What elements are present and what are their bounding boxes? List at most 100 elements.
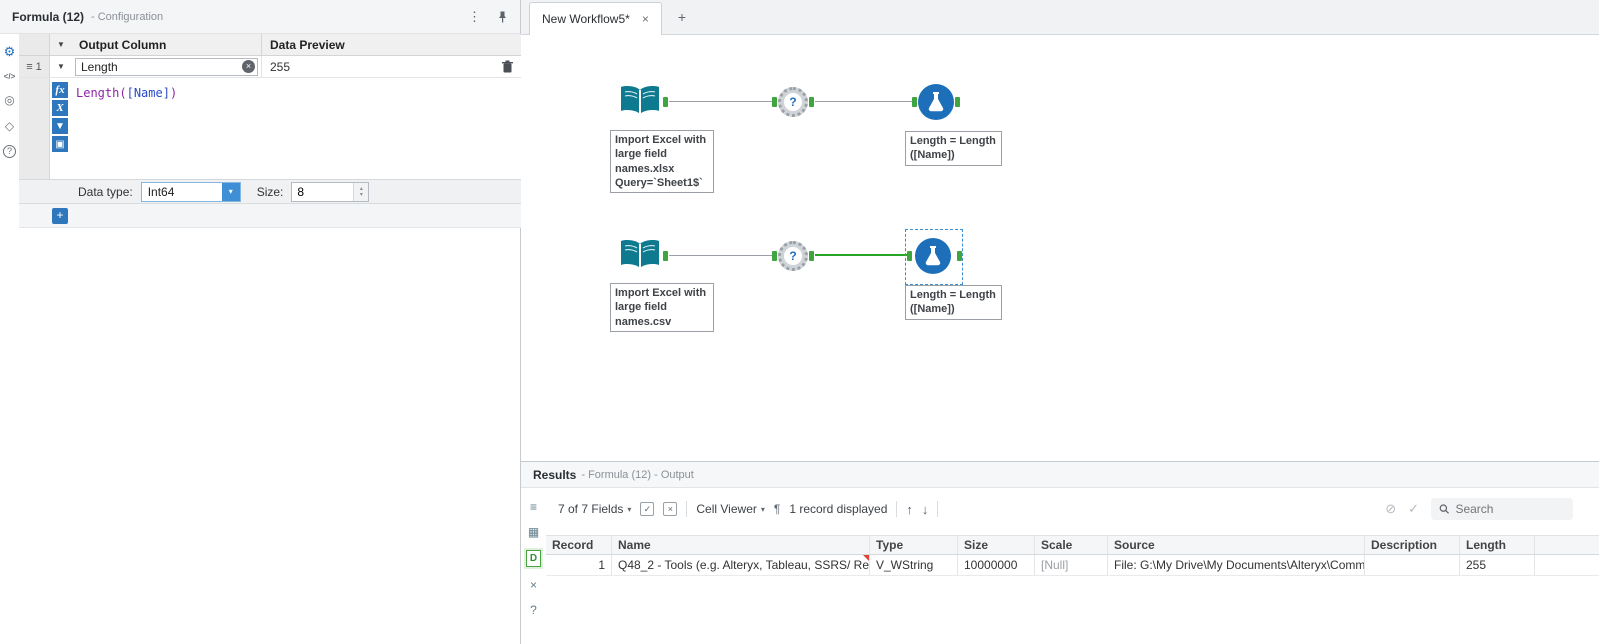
missing-macro-tool[interactable]: ?: [778, 241, 808, 271]
panel-menu-icon[interactable]: ⋮: [468, 9, 481, 25]
grid-view-icon[interactable]: ▦: [528, 525, 539, 539]
workflow-canvas[interactable]: ? Import Excel with large field names.xl…: [521, 35, 1599, 461]
pin-icon[interactable]: [497, 11, 508, 23]
functions-icon[interactable]: fx: [52, 82, 68, 98]
expression-editor: fx X ▼ ▣ Length([Name]): [19, 78, 521, 180]
xml-view-icon[interactable]: </>: [4, 72, 16, 81]
drag-handle-icon[interactable]: ≡: [26, 61, 32, 73]
size-stepper: ▴ ▾: [291, 181, 370, 202]
data-type-value: Int64: [147, 184, 175, 199]
input-data-tool[interactable]: [618, 237, 662, 276]
output-column-input[interactable]: [75, 57, 258, 76]
arrow-down-icon[interactable]: ↓: [922, 502, 929, 517]
column-header-length[interactable]: Length: [1460, 536, 1535, 554]
whitespace-toggle-icon[interactable]: ¶: [774, 502, 780, 516]
column-header-name[interactable]: Name: [612, 536, 870, 554]
close-view-icon[interactable]: ×: [530, 578, 537, 592]
configuration-header: Formula (12) - Configuration ⋮: [0, 0, 520, 34]
missing-macro-tool[interactable]: ?: [778, 87, 808, 117]
metadata-list-icon[interactable]: ≡: [530, 500, 537, 514]
toolbar-separator: [937, 501, 939, 517]
toolbar-separator: [686, 501, 688, 517]
apply-icon[interactable]: ✓: [1408, 501, 1419, 517]
close-tab-icon[interactable]: ×: [642, 12, 649, 26]
expression-text[interactable]: Length([Name]): [76, 86, 177, 100]
tool-annotation[interactable]: Length = Length ([Name]): [905, 285, 1002, 320]
cell-size[interactable]: 10000000: [958, 555, 1035, 575]
column-header-record[interactable]: Record: [546, 536, 612, 554]
chevron-down-icon[interactable]: ▾: [221, 182, 240, 201]
output-anchor[interactable]: [663, 97, 668, 107]
add-expression-button[interactable]: +: [52, 207, 68, 224]
arrow-up-icon[interactable]: ↑: [906, 502, 913, 517]
input-anchor[interactable]: [772, 251, 777, 261]
column-header-source[interactable]: Source: [1108, 536, 1365, 554]
column-header-scale[interactable]: Scale: [1035, 536, 1108, 554]
tool-annotation[interactable]: Length = Length ([Name]): [905, 131, 1002, 166]
row-chevron-icon[interactable]: ▼: [50, 56, 72, 77]
interface-icon[interactable]: ◎: [4, 93, 14, 107]
cell-record[interactable]: 1: [546, 555, 612, 575]
tab-new-workflow5[interactable]: New Workflow5* ×: [529, 2, 662, 35]
trash-icon: [502, 60, 513, 73]
connection-wire[interactable]: [669, 101, 772, 102]
connection-wire[interactable]: [815, 101, 912, 102]
no-edit-icon[interactable]: ⊘: [1385, 501, 1396, 517]
flask-icon: [928, 92, 944, 112]
output-anchor[interactable]: [809, 97, 814, 107]
fields-dropdown[interactable]: 7 of 7 Fields ▾: [558, 502, 631, 516]
cell-scale[interactable]: [Null]: [1035, 555, 1108, 575]
new-tab-button[interactable]: +: [678, 9, 686, 25]
gear-icon[interactable]: ⚙: [4, 44, 16, 60]
connection-wire[interactable]: [669, 255, 772, 256]
formula-grid-header: ▼ Output Column Data Preview: [19, 34, 521, 56]
search-input[interactable]: [1455, 502, 1565, 516]
clear-column-icon[interactable]: ×: [242, 60, 255, 73]
uncheck-all-fields-icon[interactable]: ×: [663, 502, 678, 516]
expand-all-chevron-icon[interactable]: ▼: [50, 34, 72, 55]
configuration-subtitle: - Configuration: [91, 10, 164, 23]
cell-description[interactable]: [1365, 555, 1460, 575]
results-panel: Results - Formula (12) - Output ≡ ▦ D × …: [521, 461, 1599, 644]
input-anchor[interactable]: [772, 97, 777, 107]
tool-annotation[interactable]: Import Excel with large field names.csv: [610, 283, 714, 332]
cell-length[interactable]: 255: [1460, 555, 1535, 575]
cell-type[interactable]: V_WString: [870, 555, 958, 575]
cell-source[interactable]: File: G:\My Drive\My Documents\Alteryx\C…: [1108, 555, 1365, 575]
size-spinner[interactable]: ▴ ▾: [353, 182, 369, 201]
help-icon[interactable]: ?: [530, 603, 537, 617]
help-icon[interactable]: ?: [3, 145, 16, 158]
selected-connection-wire[interactable]: [815, 254, 907, 256]
cell-name[interactable]: Q48_2 - Tools (e.g. Alteryx, Tableau, SS…: [612, 555, 870, 575]
variables-icon[interactable]: X: [52, 100, 68, 116]
column-header-description[interactable]: Description: [1365, 536, 1460, 554]
data-type-dropdown[interactable]: Int64 ▾: [140, 181, 241, 202]
expression-body[interactable]: fx X ▼ ▣ Length([Name]): [50, 78, 521, 179]
output-column-header: Output Column: [72, 34, 262, 55]
save-expression-icon[interactable]: ▣: [52, 136, 68, 152]
expression-gutter: [19, 78, 50, 179]
output-anchor[interactable]: [955, 97, 960, 107]
delete-expression-button[interactable]: [502, 60, 513, 73]
table-row[interactable]: 1 Q48_2 - Tools (e.g. Alteryx, Tableau, …: [546, 555, 1599, 576]
input-anchor[interactable]: [912, 97, 917, 107]
tag-icon[interactable]: ◇: [5, 119, 14, 133]
search-box[interactable]: [1431, 498, 1573, 520]
output-anchor[interactable]: [809, 251, 814, 261]
column-header-size[interactable]: Size: [958, 536, 1035, 554]
cell-viewer-dropdown[interactable]: Cell Viewer ▾: [696, 502, 764, 516]
spin-down-icon[interactable]: ▾: [360, 192, 363, 198]
data-tab-icon[interactable]: D: [526, 550, 541, 567]
filter-icon[interactable]: ▼: [52, 118, 68, 134]
truncation-flag-icon: [863, 555, 869, 561]
formula-tool-selected[interactable]: [915, 238, 951, 274]
search-icon: [1439, 504, 1449, 514]
tool-annotation[interactable]: Import Excel with large field names.xlsx…: [610, 130, 714, 194]
input-data-tool[interactable]: [618, 83, 662, 122]
question-mark-icon: ?: [784, 93, 802, 111]
formula-tool[interactable]: [918, 84, 954, 120]
check-all-fields-icon[interactable]: ✓: [640, 502, 655, 516]
size-input[interactable]: [292, 182, 354, 201]
column-header-type[interactable]: Type: [870, 536, 958, 554]
output-anchor[interactable]: [663, 251, 668, 261]
